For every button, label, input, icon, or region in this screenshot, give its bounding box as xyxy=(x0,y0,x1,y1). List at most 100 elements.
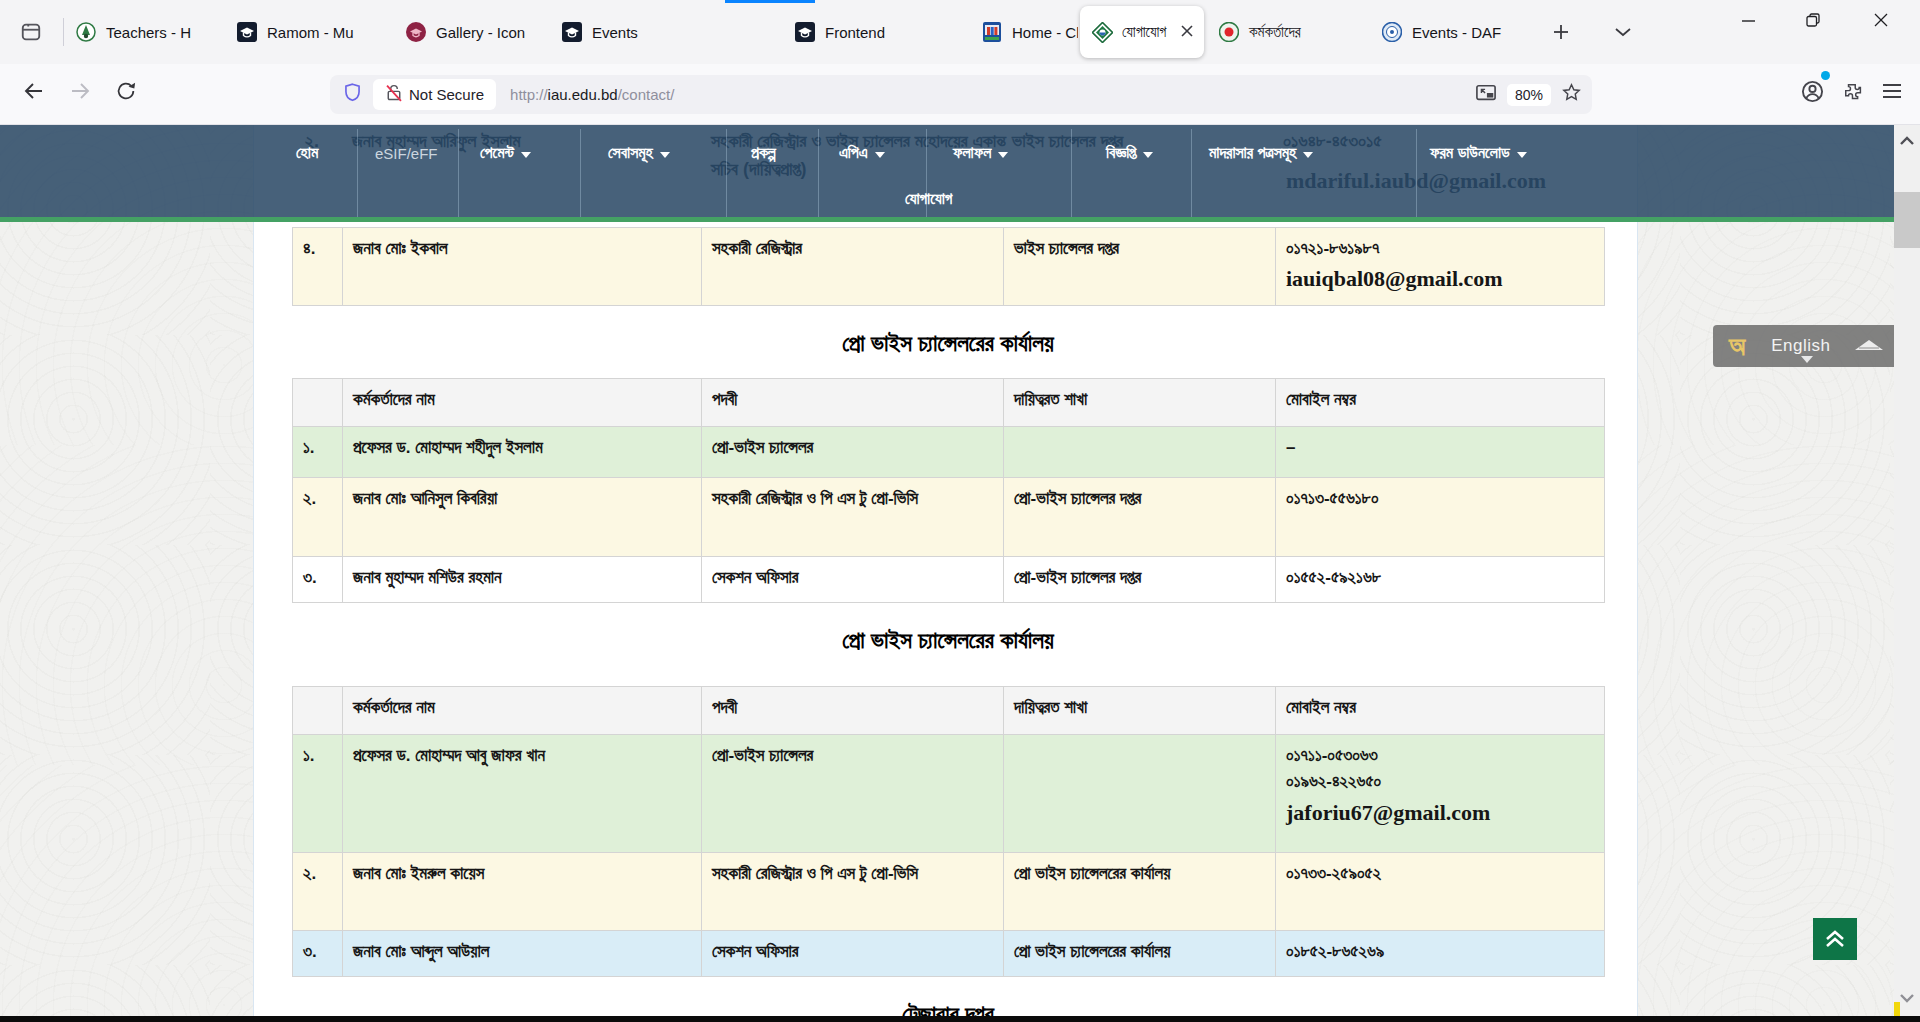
bookmark-star-icon[interactable] xyxy=(1561,82,1582,107)
new-tab-button[interactable] xyxy=(1544,15,1578,49)
reload-button[interactable] xyxy=(108,73,144,109)
header-position: পদবী xyxy=(702,687,1004,735)
cell-name: জনাব মোঃ আনিসুল কিবরিয়া xyxy=(343,478,702,557)
security-chip[interactable]: Not Secure xyxy=(373,79,496,110)
header-section: দায়িত্বরত শাখা xyxy=(1004,379,1276,427)
cell-name: জনাব মোঃ আব্দুল আউয়াল xyxy=(343,931,702,977)
url-text: http://iau.edu.bd/contact/ xyxy=(510,86,674,103)
tab-label: Events xyxy=(592,24,638,41)
scroll-to-top-button[interactable] xyxy=(1813,918,1857,960)
header-empty xyxy=(293,687,343,735)
nav-item-form-download[interactable]: ফরম ডাউনলোড xyxy=(1430,138,1527,168)
nav-item-projects[interactable]: প্রকল্প xyxy=(751,138,776,168)
account-button[interactable] xyxy=(1792,73,1832,109)
chevron-down-icon xyxy=(1517,152,1527,158)
cell-position: সেকশন অফিসার xyxy=(702,931,1004,977)
cell-mobile: ০১৭১৩-৫৫৬১৮০ xyxy=(1276,478,1605,557)
header-position: পদবী xyxy=(702,379,1004,427)
header-mobile: মোবাইল নম্বর xyxy=(1276,687,1605,735)
address-bar[interactable]: Not Secure http://iau.edu.bd/contact/ 80… xyxy=(330,75,1592,114)
tab-gallery[interactable]: Gallery - Icon xyxy=(396,0,546,64)
restore-button[interactable] xyxy=(1790,0,1836,40)
tab-frontend[interactable]: Frontend xyxy=(785,0,925,64)
window-bottom-edge xyxy=(0,1016,1920,1022)
chevron-down-icon xyxy=(1801,356,1813,363)
scrollbar-thumb[interactable] xyxy=(1894,192,1920,248)
cell-mobile: ০১৭৩৩-২৫৯০৫২ xyxy=(1276,853,1605,931)
tab-label: Events - DAF xyxy=(1412,24,1501,41)
tab-ramom[interactable]: Ramom - Mu xyxy=(227,0,391,64)
grad-cap-icon xyxy=(237,22,257,42)
tab-events[interactable]: Events xyxy=(552,0,672,64)
table-row: ১. প্রফেসর ড. মোহাম্মদ শহীদুল ইসলাম প্রো… xyxy=(293,427,1605,478)
list-tabs-button[interactable] xyxy=(1606,15,1640,49)
cell-serial: ২. xyxy=(293,478,343,557)
nav-item-home[interactable]: হোম xyxy=(296,138,318,168)
nav-item-notices[interactable]: বিজ্ঞপ্তি xyxy=(1106,138,1153,168)
tab-teachers[interactable]: Teachers - H xyxy=(66,0,226,64)
menu-button[interactable] xyxy=(1872,73,1912,109)
tracking-protection-shield-icon[interactable] xyxy=(342,81,363,108)
tab-label: কর্মকর্তাদের xyxy=(1249,23,1301,41)
keyboard-icon[interactable] xyxy=(1853,335,1885,357)
forward-button[interactable] xyxy=(62,73,98,109)
grad-cap-icon xyxy=(562,22,582,42)
account-badge xyxy=(1821,71,1830,80)
tab-officials[interactable]: কর্মকর্তাদের xyxy=(1209,0,1357,64)
chevron-down-icon xyxy=(998,152,1008,158)
cell-name: প্রফেসর ড. মোহাম্মদ আবু জাফর খান xyxy=(343,735,702,853)
page-viewport: ২. জনাব মুহাম্মদ আরিফুল ইসলাম সহকারী রেজ… xyxy=(0,125,1920,1022)
extensions-icon[interactable] xyxy=(1832,73,1872,109)
cell-section xyxy=(1004,735,1276,853)
minimize-button[interactable] xyxy=(1725,0,1771,40)
chevron-down-icon xyxy=(1303,152,1313,158)
scrollbar-up-icon[interactable] xyxy=(1899,133,1915,151)
back-button[interactable] xyxy=(16,73,52,109)
avro-keyboard-bar[interactable]: অ English xyxy=(1713,325,1920,367)
nav-item-payment[interactable]: পেমেন্ট xyxy=(480,138,531,168)
cell-position: প্রো-ভাইস চ্যান্সেলর xyxy=(702,735,1004,853)
tab-events-daf[interactable]: Events - DAF xyxy=(1372,0,1522,64)
nav-item-services[interactable]: সেবাসমূহ xyxy=(608,138,670,168)
cell-section: প্রো-ভাইস চ্যান্সেলর দপ্তর xyxy=(1004,557,1276,603)
tab-label: Ramom - Mu xyxy=(267,24,354,41)
table-row: ২. জনাব মোঃ ইমরুল কায়েস সহকারী রেজিস্ট্… xyxy=(293,853,1605,931)
nav-item-madrasah-letters[interactable]: মাদরাসার পত্রসমূহ xyxy=(1209,138,1313,168)
table-row-highlighted: ৩. জনাব মোঃ আব্দুল আউয়াল সেকশন অফিসার প… xyxy=(293,931,1605,977)
tab-contact-active[interactable]: যোগাযোগ xyxy=(1080,6,1204,58)
tab-close-icon[interactable] xyxy=(1180,24,1194,41)
scrollbar-down-icon[interactable] xyxy=(1899,990,1915,1008)
browser-window: Teachers - H Ramom - Mu Gallery - Icon E… xyxy=(0,0,1920,1022)
close-window-button[interactable] xyxy=(1858,0,1904,40)
grad-cap-icon xyxy=(795,22,815,42)
nav-item-apa[interactable]: এপিএ xyxy=(839,138,885,168)
table-row: ৩. জনাব মুহাম্মদ মশিউর রহমান সেকশন অফিসা… xyxy=(293,557,1605,603)
tab-label: Home - Cha xyxy=(1012,24,1078,41)
cell-serial: ৩. xyxy=(293,557,343,603)
pro-vc-office-table-2: কর্মকর্তাদের নাম পদবী দায়িত্বরত শাখা মো… xyxy=(292,686,1605,977)
header-mobile: মোবাইল নম্বর xyxy=(1276,379,1605,427)
picture-in-picture-icon[interactable] xyxy=(1475,83,1497,107)
cell-serial: ১. xyxy=(293,735,343,853)
firefox-view-button[interactable] xyxy=(14,16,48,48)
tab-label: Teachers - H xyxy=(106,24,191,41)
main-navigation: হোম eSIF/eFF পেমেন্ট সেবাসমূহ প্রকল্প এপ… xyxy=(0,125,1894,222)
cell-serial: ২. xyxy=(293,853,343,931)
cell-position: প্রো-ভাইস চ্যান্সেলর xyxy=(702,427,1004,478)
avro-language-label[interactable]: English xyxy=(1771,336,1830,356)
tab-bar: Teachers - H Ramom - Mu Gallery - Icon E… xyxy=(0,0,1920,64)
nav-item-contact[interactable]: যোগাযোগ xyxy=(905,184,952,214)
cell-section: প্রো ভাইস চ্যান্সেলরের কার্যালয় xyxy=(1004,853,1276,931)
cell-serial: ১. xyxy=(293,427,343,478)
cell-mobile: ০১৮৫২-৮৬৫২৬৯ xyxy=(1276,931,1605,977)
vertical-scrollbar[interactable] xyxy=(1894,125,1920,1022)
university-crest-icon xyxy=(982,22,1002,42)
cell-position: সহকারী রেজিস্ট্রার xyxy=(702,228,1004,306)
nav-item-esif[interactable]: eSIF/eFF xyxy=(375,138,438,168)
avro-bangla-icon: অ xyxy=(1729,331,1745,362)
tab-label: যোগাযোগ xyxy=(1122,23,1166,41)
tab-home[interactable]: Home - Cha xyxy=(972,0,1078,64)
nav-item-results[interactable]: ফলাফল xyxy=(953,138,1008,168)
zoom-level-badge[interactable]: 80% xyxy=(1507,84,1551,106)
cell-mobile: ০১৭১১-০৫৩০৬৩০১৯৬২-৪২২৬৫০jaforiu67@gmail.… xyxy=(1276,735,1605,853)
